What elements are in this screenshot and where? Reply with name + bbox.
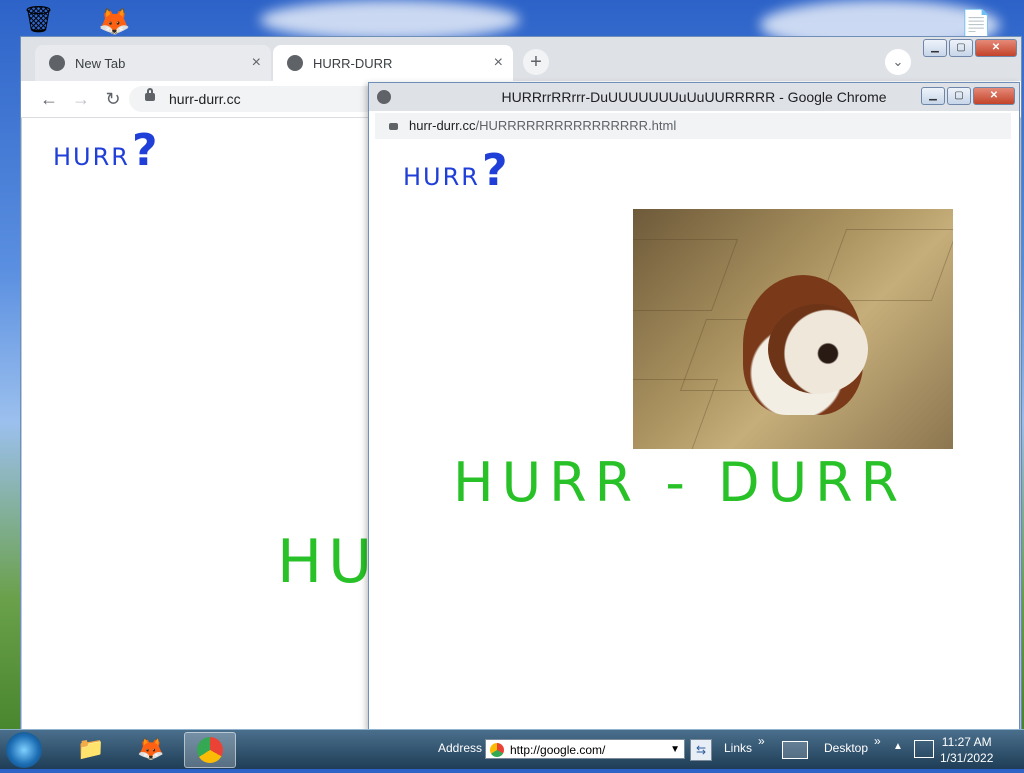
globe-icon <box>287 55 303 71</box>
popup-title-bar: HURRrrRRrrr-DuUUUUUUUuUuUURRRRR - Google… <box>369 83 1019 111</box>
reload-button[interactable]: ↻ <box>101 87 125 111</box>
tab-strip: New Tab × HURR-DURR × + ⌄ ▁ ▢ ✕ <box>21 37 1021 81</box>
tab-search-button[interactable]: ⌄ <box>885 49 911 75</box>
dog-head <box>768 304 868 394</box>
hurr-question-heading: HURR? <box>403 145 510 196</box>
close-tab-icon[interactable]: × <box>252 54 261 72</box>
tab-new-tab[interactable]: New Tab × <box>35 45 271 81</box>
links-toolbar[interactable]: Links <box>724 741 752 755</box>
network-icon[interactable] <box>914 740 934 758</box>
address-toolbar-value: http://google.com/ <box>510 743 606 757</box>
hurr-durr-text: HURR - DURR <box>453 451 907 514</box>
maximize-button[interactable]: ▢ <box>949 39 973 57</box>
close-tab-icon[interactable]: × <box>494 54 503 72</box>
hurr-question-heading: HURR? <box>53 125 160 176</box>
maximize-button[interactable]: ▢ <box>947 87 971 105</box>
desktop-toolbar[interactable]: Desktop <box>824 741 868 755</box>
recycle-bin-icon[interactable]: 🗑 <box>22 4 55 35</box>
keyboard-icon[interactable] <box>782 741 808 759</box>
firefox-taskbar-icon[interactable]: 🦊 <box>126 732 176 766</box>
close-window-button[interactable]: ✕ <box>975 39 1017 57</box>
lock-icon <box>145 88 155 101</box>
popup-url-bar[interactable]: hurr-durr.cc/HURRRRRRRRRRRRRRRR.html <box>375 113 1011 139</box>
chrome-popup-window: HURRrrRRrrr-DuUUUUUUUuUuUURRRRR - Google… <box>368 82 1020 730</box>
chrome-icon <box>197 737 223 763</box>
forward-button[interactable]: → <box>69 87 93 111</box>
clock-date: 1/31/2022 <box>940 751 994 765</box>
firefox-desktop-icon[interactable]: 🦊 <box>98 6 130 37</box>
desktop-chevron-icon[interactable]: » <box>874 734 881 748</box>
minimize-button[interactable]: ▁ <box>921 87 945 105</box>
links-chevron-icon[interactable]: » <box>758 734 765 748</box>
desktop-file-icon[interactable]: 📄 <box>960 8 992 39</box>
hurr-text: HURR <box>403 163 480 191</box>
url-host: hurr-durr.cc <box>409 118 476 133</box>
bulldog-image <box>633 209 953 449</box>
show-hidden-icons-icon[interactable]: ▲ <box>893 741 903 752</box>
cloud <box>260 0 520 40</box>
question-mark: ? <box>481 145 510 196</box>
question-mark: ? <box>131 125 160 176</box>
go-button[interactable]: ⇆ <box>690 739 712 761</box>
lock-icon <box>389 123 398 130</box>
system-clock[interactable]: 11:27 AM 1/31/2022 <box>940 734 993 766</box>
close-window-button[interactable]: ✕ <box>973 87 1015 105</box>
tab-label: HURR-DURR <box>313 55 393 71</box>
taskbar: 📁 🦊 Address http://google.com/ ▼ ⇆ Links… <box>0 729 1024 769</box>
chrome-taskbar-icon[interactable] <box>184 732 236 768</box>
explorer-taskbar-icon[interactable]: 📁 <box>66 732 116 766</box>
address-toolbar-input[interactable]: http://google.com/ ▼ <box>485 739 685 759</box>
tab-hurr-durr[interactable]: HURR-DURR × <box>273 45 513 81</box>
start-button[interactable] <box>6 732 42 768</box>
new-tab-button[interactable]: + <box>523 49 549 75</box>
window-controls: ▁ ▢ ✕ <box>923 39 1017 57</box>
clock-time: 11:27 AM <box>941 735 992 749</box>
url-path: /HURRRRRRRRRRRRRRRR.html <box>475 118 677 133</box>
popup-title: HURRrrRRrrr-DuUUUUUUUuUuUURRRRR - Google… <box>501 89 887 105</box>
tab-label: New Tab <box>75 55 126 71</box>
chrome-icon <box>490 743 504 757</box>
chevron-down-icon[interactable]: ▼ <box>670 740 680 760</box>
hurr-durr-partial-text: HU <box>277 527 379 597</box>
globe-icon <box>377 90 391 104</box>
popup-window-controls: ▁ ▢ ✕ <box>921 87 1015 105</box>
minimize-button[interactable]: ▁ <box>923 39 947 57</box>
address-toolbar-label: Address <box>438 741 483 755</box>
address-bar-url: hurr-durr.cc <box>169 91 241 107</box>
chrome-icon <box>49 55 65 71</box>
back-button[interactable]: ← <box>37 87 61 111</box>
hurr-text: HURR <box>53 143 130 171</box>
